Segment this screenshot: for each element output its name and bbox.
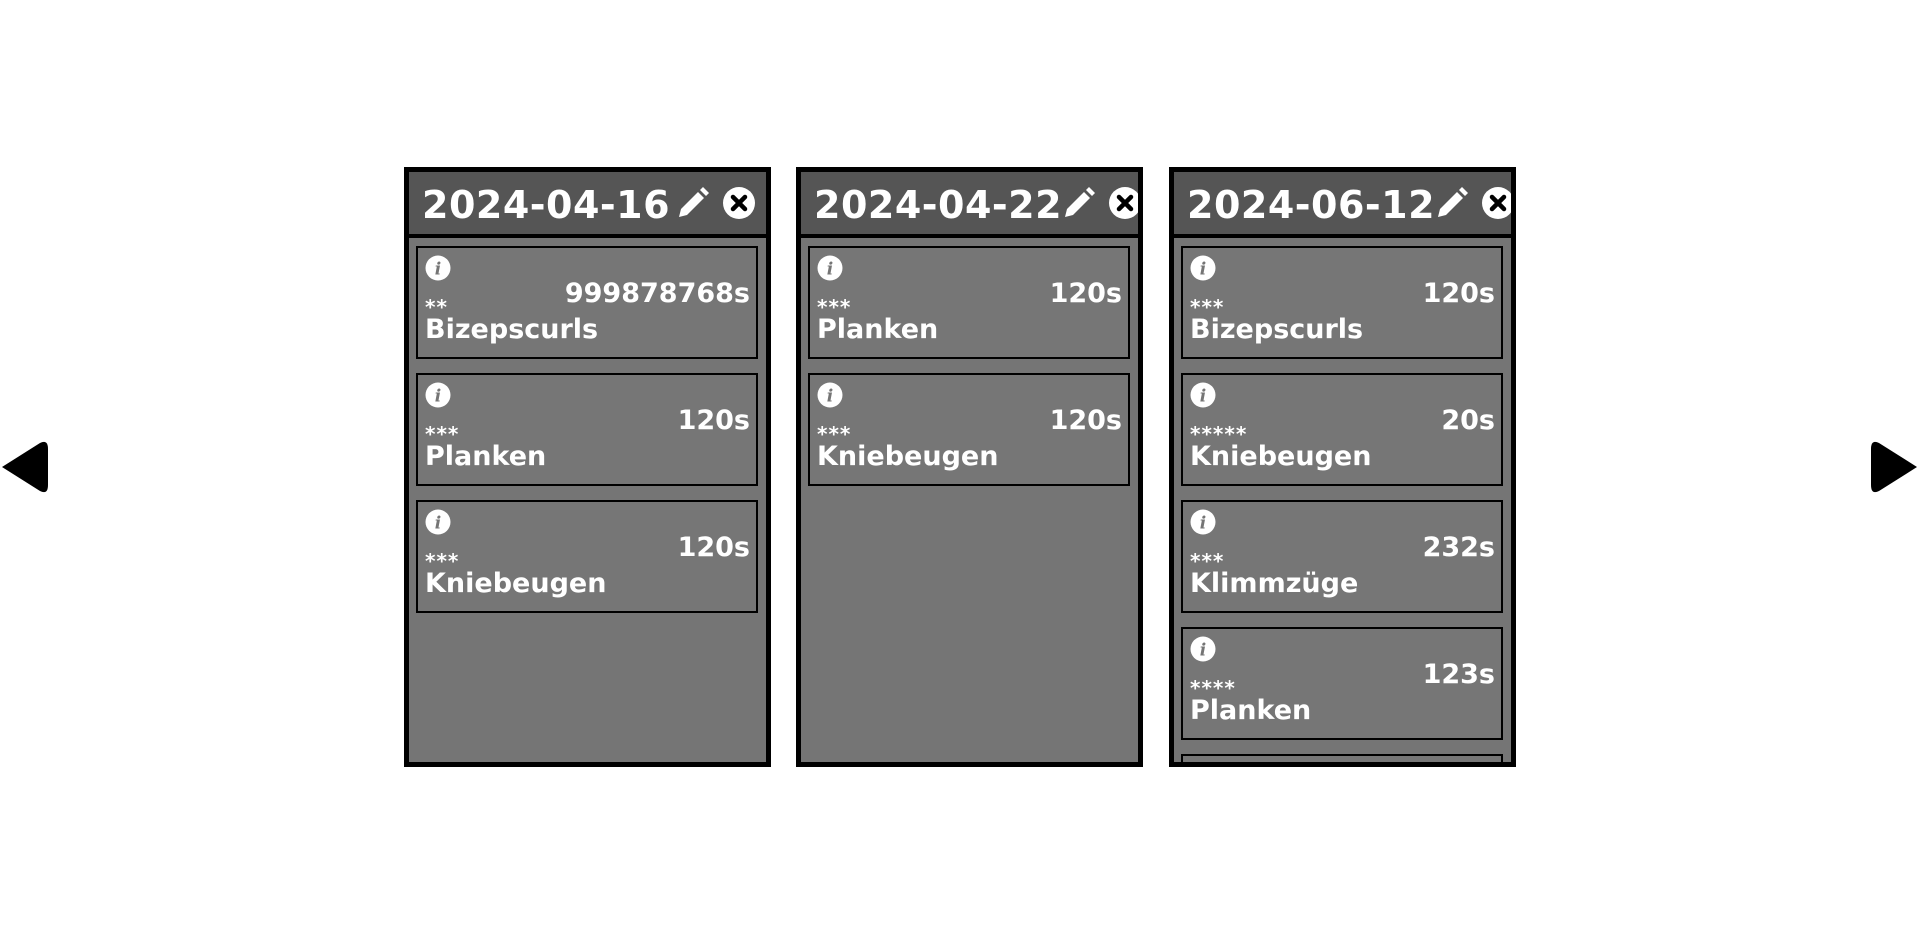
close-circle-icon [1109, 187, 1138, 219]
column-header: 2024-06-12 [1174, 172, 1511, 238]
delete-day-button[interactable] [1481, 186, 1511, 220]
column-header: 2024-04-22 [801, 172, 1138, 238]
pencil-icon [1065, 187, 1096, 217]
column-actions [1435, 186, 1511, 220]
exercise-name: Planken [1190, 695, 1312, 726]
info-icon[interactable]: i [1190, 255, 1216, 281]
entry-list: i 120s *** Planken i 120s *** Kniebeugen [801, 238, 1138, 486]
svg-text:i: i [1200, 387, 1206, 407]
exercise-duration: 120s [1422, 278, 1495, 309]
day-column: 2024-04-22 i 120s *** Planken i 120s ***… [796, 167, 1143, 767]
exercise-card[interactable]: i 123s **** Planken [1181, 627, 1503, 740]
previous-page-button[interactable] [0, 441, 52, 493]
column-date: 2024-04-16 [422, 183, 671, 227]
info-icon[interactable]: i [1190, 382, 1216, 408]
next-page-button[interactable] [1867, 441, 1919, 493]
exercise-card[interactable]: i 232s *** Klimmzüge [1181, 500, 1503, 613]
exercise-name: Planken [817, 314, 939, 345]
entry-list: i 999878768s ** Bizepscurls i 120s *** P… [409, 238, 766, 613]
day-column: 2024-04-16 i 999878768s ** Bizepscurls i… [404, 167, 771, 767]
column-date: 2024-04-22 [814, 183, 1063, 227]
exercise-name: Bizepscurls [425, 314, 599, 345]
exercise-card[interactable]: i 120s *** Planken [808, 246, 1130, 359]
exercise-duration: 20s [1441, 405, 1495, 436]
exercise-name: Kniebeugen [1190, 441, 1372, 472]
exercise-duration: 120s [1049, 278, 1122, 309]
info-icon[interactable]: i [1190, 763, 1216, 767]
svg-text:i: i [435, 514, 441, 534]
svg-text:i: i [827, 260, 833, 280]
exercise-duration: 232s [1422, 532, 1495, 563]
exercise-name: Planken [425, 441, 547, 472]
exercise-name: Kniebeugen [425, 568, 607, 599]
exercise-card[interactable]: i 120s *** Bizepscurls [1181, 246, 1503, 359]
info-icon[interactable]: i [425, 255, 451, 281]
column-actions [1062, 186, 1138, 220]
triangle-left-icon [2, 441, 48, 493]
close-circle-icon [723, 187, 755, 219]
svg-text:i: i [1200, 641, 1206, 661]
edit-day-button[interactable] [1062, 186, 1096, 220]
column-date: 2024-06-12 [1187, 183, 1436, 227]
exercise-name: Klimmzüge [1190, 568, 1359, 599]
exercise-name: Bizepscurls [1190, 314, 1364, 345]
edit-day-button[interactable] [676, 186, 710, 220]
delete-day-button[interactable] [1108, 186, 1138, 220]
exercise-duration: 120s [1049, 405, 1122, 436]
edit-day-button[interactable] [1435, 186, 1469, 220]
exercise-card[interactable]: i 999878768s ** Bizepscurls [416, 246, 758, 359]
svg-text:i: i [435, 260, 441, 280]
svg-text:i: i [1200, 514, 1206, 534]
entry-list: i 120s *** Bizepscurls i 20s ***** Knieb… [1174, 238, 1511, 767]
day-column: 2024-06-12 i 120s *** Bizepscurls i 20s … [1169, 167, 1516, 767]
exercise-duration: 120s [677, 532, 750, 563]
column-header: 2024-04-16 [409, 172, 766, 238]
svg-text:i: i [827, 387, 833, 407]
column-actions [676, 186, 756, 220]
workout-calendar: 2024-04-16 i 999878768s ** Bizepscurls i… [0, 0, 1919, 933]
exercise-card[interactable]: i 120s *** Kniebeugen [808, 373, 1130, 486]
exercise-duration: 120s [677, 405, 750, 436]
info-icon[interactable]: i [425, 509, 451, 535]
info-icon[interactable]: i [817, 255, 843, 281]
triangle-right-icon [1871, 441, 1917, 493]
exercise-duration: 123s [1422, 659, 1495, 690]
exercise-duration: 999878768s [564, 278, 750, 309]
pencil-icon [1438, 187, 1469, 217]
info-icon[interactable]: i [1190, 636, 1216, 662]
exercise-card[interactable]: i 20s ***** Kniebeugen [1181, 373, 1503, 486]
exercise-card[interactable]: i [1181, 754, 1503, 767]
pencil-icon [679, 187, 709, 217]
exercise-card[interactable]: i 120s *** Kniebeugen [416, 500, 758, 613]
svg-text:i: i [1200, 260, 1206, 280]
delete-day-button[interactable] [722, 186, 756, 220]
info-icon[interactable]: i [425, 382, 451, 408]
info-icon[interactable]: i [817, 382, 843, 408]
exercise-name: Kniebeugen [817, 441, 999, 472]
exercise-card[interactable]: i 120s *** Planken [416, 373, 758, 486]
close-circle-icon [1482, 187, 1511, 219]
info-icon[interactable]: i [1190, 509, 1216, 535]
svg-text:i: i [435, 387, 441, 407]
